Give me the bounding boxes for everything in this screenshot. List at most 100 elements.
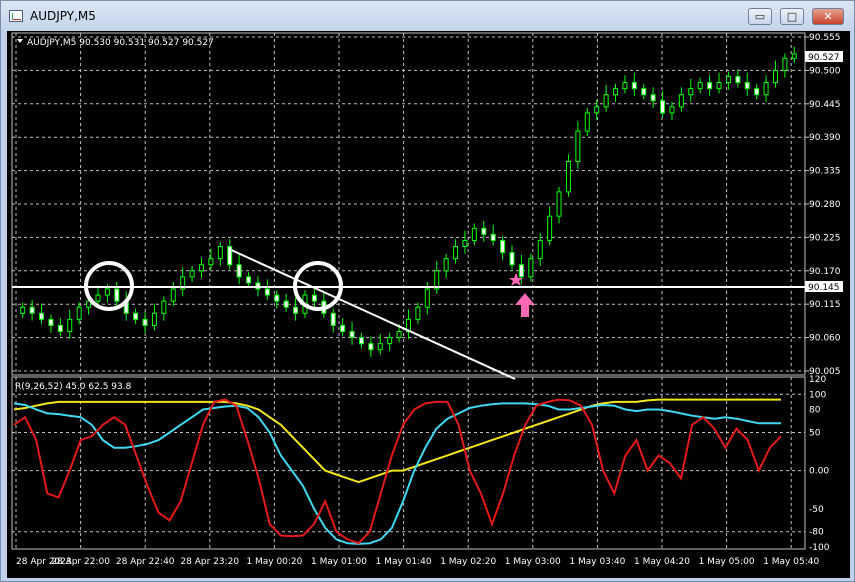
candle-body — [29, 306, 35, 314]
candle-body — [358, 337, 364, 345]
title-bar[interactable]: AUDJPY,M5 ▭ □ ✕ — [1, 1, 854, 31]
time-tick-label: 1 May 00:20 — [246, 557, 302, 567]
price-tick-label: 90.060 — [809, 334, 841, 344]
price-tick-label: 90.280 — [809, 200, 841, 210]
candle-body — [151, 312, 157, 326]
minimize-button[interactable]: ▭ — [748, 8, 772, 25]
candle-body — [471, 227, 477, 241]
chart-canvas[interactable]: AUDJPY,M5 90.530 90.531 90.527 90.527 R(… — [7, 31, 850, 578]
indicator-axis: 120 100 80 50 0.00 -50 -80 -100 — [809, 375, 830, 553]
candle-body — [707, 82, 713, 90]
candle-body — [330, 312, 336, 326]
price-tick-label: 90.335 — [809, 167, 841, 177]
time-axis: 28 Apr 202328 Apr 22:00 28 Apr 22:40 28 Ap… — [16, 557, 819, 567]
candle-body — [340, 324, 346, 333]
chart-area[interactable]: AUDJPY,M5 90.530 90.531 90.527 90.527 R(… — [7, 31, 850, 578]
candle-body — [76, 306, 82, 320]
candle-body — [754, 88, 760, 96]
indicator-lines — [13, 398, 782, 545]
candle-body — [613, 88, 619, 96]
candle-body — [114, 288, 120, 302]
indicator-tick-label: -100 — [809, 543, 830, 553]
candle-body — [641, 88, 647, 96]
close-button[interactable]: ✕ — [812, 8, 844, 25]
candle-body — [142, 318, 148, 326]
candle-body — [387, 337, 393, 345]
time-tick-label: 1 May 05:40 — [763, 557, 819, 567]
symbol-menu-icon[interactable] — [17, 39, 23, 43]
candle-body — [594, 106, 600, 114]
candle-body — [274, 294, 280, 302]
candle-body — [95, 294, 101, 302]
up-arrow-icon[interactable] — [515, 293, 535, 317]
candle-body — [368, 343, 374, 351]
time-tick-label: 1 May 03:00 — [505, 557, 561, 567]
time-tick-label: 1 May 01:00 — [311, 557, 367, 567]
indicator-tick-label: 0.00 — [809, 467, 829, 477]
current-price-label: 90.527 — [808, 53, 840, 63]
price-tick-label: 90.225 — [809, 233, 841, 243]
indicator-tick-label: 120 — [809, 375, 826, 385]
candle-body — [669, 106, 675, 114]
candle-body — [650, 94, 656, 102]
time-tick-label: 1 May 04:20 — [634, 557, 690, 567]
time-tick-label: 28 Apr 22:00 — [51, 557, 110, 567]
candle-body — [716, 82, 722, 90]
candle-body — [133, 312, 139, 320]
time-tick-label: 1 May 05:00 — [699, 557, 755, 567]
window-title: AUDJPY,M5 — [30, 9, 96, 23]
candle-body — [782, 57, 788, 71]
candle-body — [481, 227, 487, 235]
candle-body — [283, 300, 289, 308]
candle-body — [500, 239, 506, 254]
candle-body — [208, 258, 214, 266]
candlestick-series — [20, 46, 797, 358]
candle-body — [547, 215, 553, 241]
candle-body — [48, 318, 54, 326]
price-tick-label: 90.115 — [809, 300, 841, 310]
candle-body — [556, 191, 562, 217]
indicator-header: R(9,26,52) 45.0 62.5 93.8 — [15, 382, 132, 392]
price-tick-label: 90.500 — [809, 66, 841, 76]
candle-body — [377, 343, 383, 351]
level-price-label: 90.145 — [808, 283, 840, 293]
price-axis: 90.527 90.145 90.555 90.500 90.445 90.390 90… — [805, 33, 843, 377]
candle-body — [518, 264, 524, 278]
candle-body — [528, 258, 534, 278]
candle-body — [584, 112, 590, 132]
candle-body — [565, 160, 571, 193]
candle-body — [744, 82, 750, 90]
candle-body — [217, 246, 223, 260]
maximize-button[interactable]: □ — [780, 8, 804, 25]
candle-body — [443, 258, 449, 272]
candle-body — [678, 94, 684, 108]
candle-body — [537, 239, 543, 260]
candle-body — [735, 75, 741, 84]
candle-body — [311, 294, 317, 302]
price-tick-label: 90.170 — [809, 267, 841, 277]
candle-body — [622, 82, 628, 90]
candle-body — [415, 306, 421, 320]
candle-body — [763, 82, 769, 96]
chart-window: AUDJPY,M5 ▭ □ ✕ AUDJPY,M5 90.530 90.531 … — [0, 0, 855, 582]
candle-body — [424, 288, 430, 308]
indicator-tick-label: 50 — [809, 428, 821, 438]
main-chart-header: AUDJPY,M5 90.530 90.531 90.527 90.527 — [27, 38, 214, 48]
candle-body — [575, 130, 581, 162]
trend-line[interactable] — [228, 248, 516, 380]
candle-body — [189, 270, 195, 278]
time-tick-label: 28 Apr 23:20 — [180, 557, 239, 567]
candle-body — [772, 69, 778, 84]
indicator-tick-label: -50 — [809, 505, 824, 515]
candle-body — [20, 306, 26, 314]
price-tick-label: 90.445 — [809, 100, 841, 110]
indicator-line-medium — [13, 402, 781, 545]
time-tick-label: 1 May 02:20 — [440, 557, 496, 567]
candle-body — [198, 264, 204, 272]
candle-body — [246, 276, 252, 284]
time-tick-label: 1 May 03:40 — [569, 557, 625, 567]
candle-body — [67, 318, 73, 333]
candle-body — [509, 252, 515, 266]
candle-body — [236, 264, 242, 278]
time-tick-label: 1 May 01:40 — [376, 557, 432, 567]
